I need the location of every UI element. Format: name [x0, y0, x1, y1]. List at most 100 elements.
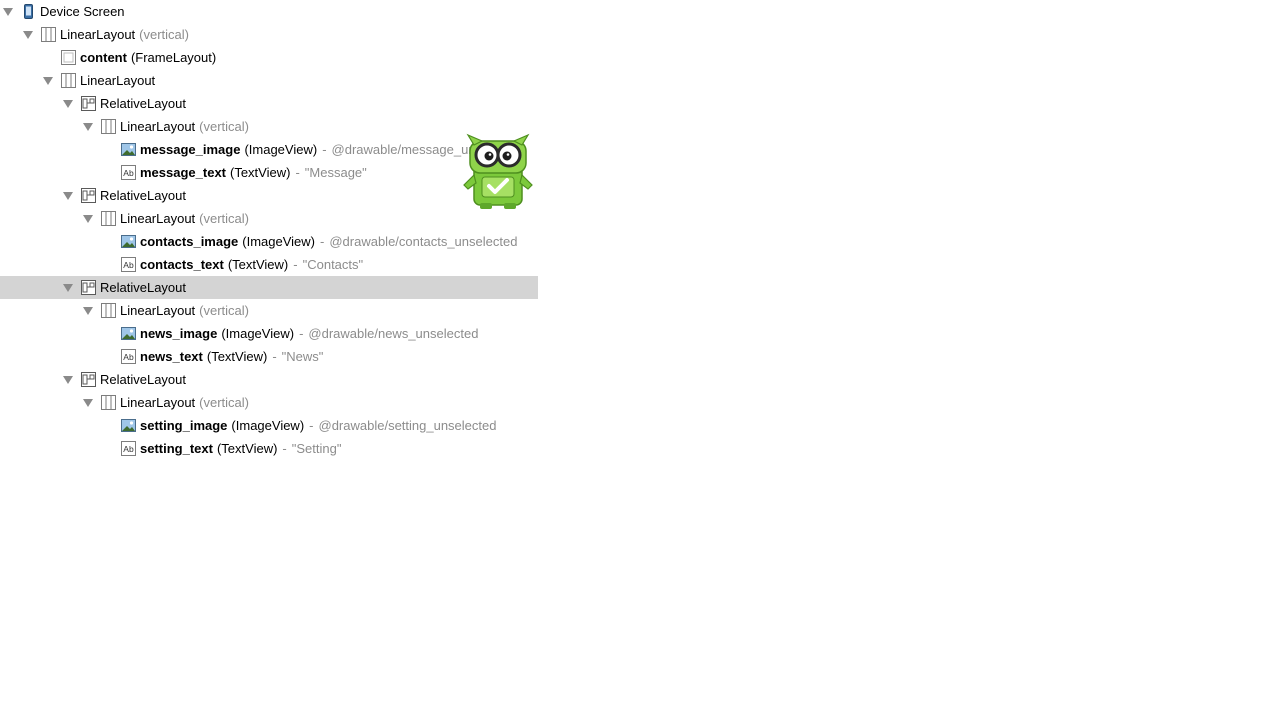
value-separator: - [320, 234, 325, 249]
tree-row[interactable]: Ab setting_text (TextView) - "Setting" [0, 437, 538, 460]
node-name: content [80, 50, 127, 65]
tree-row[interactable]: message_image (ImageView) - @drawable/messa… [0, 138, 538, 161]
expand-arrow-icon[interactable] [43, 76, 53, 85]
value-separator: - [299, 326, 304, 341]
linear-layout-icon [101, 119, 116, 134]
image-view-icon [121, 234, 136, 249]
tree-row[interactable]: Ab message_text (TextView) - "Message" [0, 161, 538, 184]
expand-toggle[interactable] [63, 92, 73, 115]
linear-layout-icon [41, 27, 56, 42]
node-value: @drawable/news_unselected [308, 326, 479, 341]
expand-toggle[interactable] [23, 23, 33, 46]
svg-text:Ab: Ab [123, 260, 134, 270]
svg-text:Ab: Ab [123, 168, 134, 178]
node-type: (TextView) [227, 257, 289, 272]
device-icon [21, 4, 36, 19]
tree-row[interactable]: RelativeLayout [0, 276, 538, 299]
image-view-icon [121, 418, 136, 433]
expand-toggle[interactable] [83, 299, 93, 322]
tree-row[interactable]: LinearLayout [0, 69, 538, 92]
node-name: Device Screen [40, 4, 125, 19]
node-name: RelativeLayout [100, 280, 186, 295]
value-separator: - [309, 418, 314, 433]
expand-arrow-icon[interactable] [83, 306, 93, 315]
node-name: LinearLayout [80, 73, 156, 88]
node-type: (ImageView) [244, 142, 318, 157]
node-type: (TextView) [216, 441, 278, 456]
expand-arrow-icon[interactable] [63, 191, 73, 200]
tree-row[interactable]: news_image (ImageView) - @drawable/news_uns… [0, 322, 538, 345]
node-type: (TextView) [206, 349, 268, 364]
node-type: (vertical) [199, 395, 250, 410]
node-type: (ImageView) [242, 234, 315, 249]
tree-row[interactable]: LinearLayout (vertical) [0, 115, 538, 138]
linear-layout-icon [101, 395, 116, 410]
expand-arrow-icon[interactable] [63, 99, 73, 108]
tree-row[interactable]: RelativeLayout [0, 184, 538, 207]
component-tree: Device Screen LinearLayout (vertical) conte… [0, 0, 538, 460]
tree-row[interactable]: LinearLayout (vertical) [0, 207, 538, 230]
tree-row[interactable]: Ab contacts_text (TextView) - "Contacts" [0, 253, 538, 276]
relative-layout-icon [81, 96, 96, 111]
node-name: message_image [140, 142, 241, 157]
tree-row[interactable]: Ab news_text (TextView) - "News" [0, 345, 538, 368]
node-type: (vertical) [139, 27, 190, 42]
expand-arrow-icon[interactable] [83, 122, 93, 131]
expand-arrow-icon[interactable] [23, 30, 33, 39]
node-type: (vertical) [199, 119, 250, 134]
expand-toggle[interactable] [63, 184, 73, 207]
expand-toggle[interactable] [83, 391, 93, 414]
tree-row[interactable]: RelativeLayout [0, 92, 538, 115]
node-name: message_text [140, 165, 226, 180]
relative-layout-icon [81, 188, 96, 203]
expand-toggle [103, 345, 113, 368]
tree-row[interactable]: contacts_image (ImageView) - @drawable/cont… [0, 230, 538, 253]
node-name: LinearLayout [120, 303, 196, 318]
linear-layout-icon [101, 303, 116, 318]
value-separator: - [295, 165, 300, 180]
text-view-icon: Ab [121, 165, 136, 180]
node-name: LinearLayout [60, 27, 136, 42]
expand-toggle [103, 161, 113, 184]
expand-toggle[interactable] [63, 368, 73, 391]
expand-toggle [43, 46, 53, 69]
expand-toggle[interactable] [3, 0, 13, 23]
expand-arrow-icon[interactable] [83, 214, 93, 223]
svg-text:Ab: Ab [123, 444, 134, 454]
tree-row[interactable]: setting_image (ImageView) - @drawable/setti… [0, 414, 538, 437]
tree-row[interactable]: Device Screen [0, 0, 538, 23]
node-type: (TextView) [230, 165, 291, 180]
expand-toggle[interactable] [63, 276, 73, 299]
node-type: (vertical) [199, 303, 250, 318]
value-separator: - [282, 441, 287, 456]
expand-toggle[interactable] [43, 69, 53, 92]
expand-toggle [103, 437, 113, 460]
value-separator: - [293, 257, 298, 272]
expand-arrow-icon[interactable] [83, 398, 93, 407]
node-type: (ImageView) [231, 418, 305, 433]
expand-toggle[interactable] [83, 207, 93, 230]
tree-row[interactable]: LinearLayout (vertical) [0, 299, 538, 322]
expand-arrow-icon[interactable] [3, 7, 13, 16]
node-value: "Setting" [291, 441, 342, 456]
image-view-icon [121, 142, 136, 157]
node-name: RelativeLayout [100, 96, 186, 111]
node-name: LinearLayout [120, 395, 196, 410]
node-type: (vertical) [199, 211, 250, 226]
tree-row[interactable]: LinearLayout (vertical) [0, 391, 538, 414]
node-value: @drawable/contacts_unselected [329, 234, 518, 249]
expand-toggle[interactable] [83, 115, 93, 138]
node-value: "Message" [304, 165, 367, 180]
frame-layout-icon [61, 50, 76, 65]
node-value: "News" [281, 349, 324, 364]
node-name: setting_text [140, 441, 213, 456]
linear-layout-icon [101, 211, 116, 226]
expand-arrow-icon[interactable] [63, 283, 73, 292]
tree-row[interactable]: RelativeLayout [0, 368, 538, 391]
tree-row[interactable]: content (FrameLayout) [0, 46, 538, 69]
text-view-icon: Ab [121, 441, 136, 456]
expand-toggle [103, 138, 113, 161]
tree-row[interactable]: LinearLayout (vertical) [0, 23, 538, 46]
linear-layout-icon [61, 73, 76, 88]
expand-arrow-icon[interactable] [63, 375, 73, 384]
